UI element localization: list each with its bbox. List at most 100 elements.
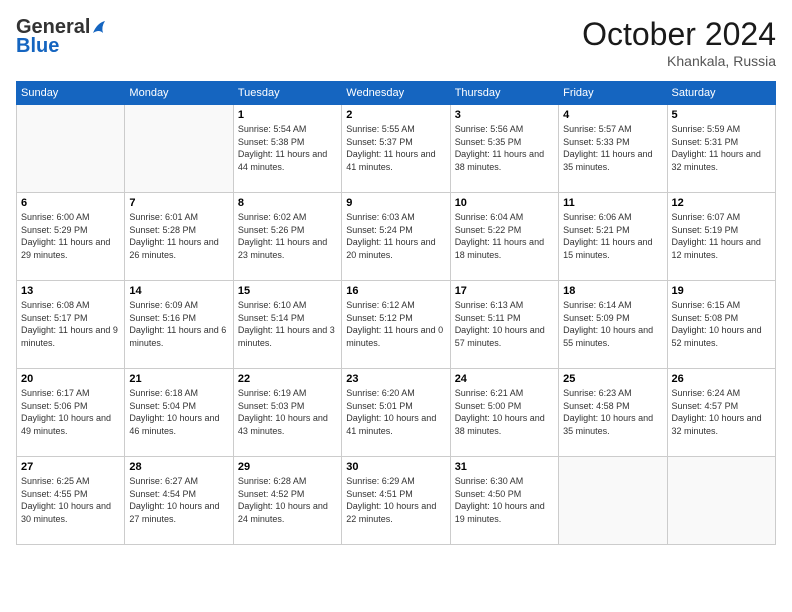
day-number: 26 [672,373,771,385]
day-info: Sunrise: 6:28 AM Sunset: 4:52 PM Dayligh… [238,475,337,525]
calendar-week-row: 1 Sunrise: 5:54 AM Sunset: 5:38 PM Daylig… [17,105,776,193]
day-info: Sunrise: 6:15 AM Sunset: 5:08 PM Dayligh… [672,299,771,349]
day-number: 18 [563,285,662,297]
day-info: Sunrise: 6:29 AM Sunset: 4:51 PM Dayligh… [346,475,445,525]
calendar-day-cell: 17 Sunrise: 6:13 AM Sunset: 5:11 PM Dayli… [450,281,558,369]
calendar-day-cell: 25 Sunrise: 6:23 AM Sunset: 4:58 PM Dayli… [559,369,667,457]
calendar-day-cell: 11 Sunrise: 6:06 AM Sunset: 5:21 PM Dayli… [559,193,667,281]
day-info: Sunrise: 6:10 AM Sunset: 5:14 PM Dayligh… [238,299,337,349]
day-number: 2 [346,109,445,121]
calendar-day-cell: 20 Sunrise: 6:17 AM Sunset: 5:06 PM Dayli… [17,369,125,457]
day-info: Sunrise: 6:13 AM Sunset: 5:11 PM Dayligh… [455,299,554,349]
calendar-table: SundayMondayTuesdayWednesdayThursdayFrid… [16,81,776,545]
day-number: 25 [563,373,662,385]
day-info: Sunrise: 5:54 AM Sunset: 5:38 PM Dayligh… [238,123,337,173]
weekday-header: Thursday [450,82,558,105]
calendar-day-cell: 13Sunrise: 6:08 AM Sunset: 5:17 PM Dayli… [17,281,125,369]
calendar-week-row: 27 Sunrise: 6:25 AM Sunset: 4:55 PM Dayli… [17,457,776,545]
day-info: Sunrise: 6:25 AM Sunset: 4:55 PM Dayligh… [21,475,120,525]
location: Khankala, Russia [582,53,776,69]
day-info: Sunrise: 6:02 AM Sunset: 5:26 PM Dayligh… [238,211,337,261]
day-info: Sunrise: 5:57 AM Sunset: 5:33 PM Dayligh… [563,123,662,173]
calendar-day-cell: 12Sunrise: 6:07 AM Sunset: 5:19 PM Dayli… [667,193,775,281]
day-number: 13 [21,285,120,297]
day-number: 16 [346,285,445,297]
day-info: Sunrise: 6:17 AM Sunset: 5:06 PM Dayligh… [21,387,120,437]
day-info: Sunrise: 6:19 AM Sunset: 5:03 PM Dayligh… [238,387,337,437]
calendar-day-cell: 21 Sunrise: 6:18 AM Sunset: 5:04 PM Dayli… [125,369,233,457]
day-number: 9 [346,197,445,209]
day-number: 12 [672,197,771,209]
calendar-day-cell: 29 Sunrise: 6:28 AM Sunset: 4:52 PM Dayli… [233,457,341,545]
logo: General Blue [16,16,109,58]
weekday-header-row: SundayMondayTuesdayWednesdayThursdayFrid… [17,82,776,105]
day-number: 1 [238,109,337,121]
weekday-header: Wednesday [342,82,450,105]
calendar-day-cell: 1 Sunrise: 5:54 AM Sunset: 5:38 PM Daylig… [233,105,341,193]
calendar-day-cell: 8 Sunrise: 6:02 AM Sunset: 5:26 PM Daylig… [233,193,341,281]
day-number: 21 [129,373,228,385]
calendar-day-cell: 18 Sunrise: 6:14 AM Sunset: 5:09 PM Dayli… [559,281,667,369]
calendar-day-cell: 22Sunrise: 6:19 AM Sunset: 5:03 PM Dayli… [233,369,341,457]
calendar-day-cell: 23Sunrise: 6:20 AM Sunset: 5:01 PM Dayli… [342,369,450,457]
weekday-header: Saturday [667,82,775,105]
day-number: 20 [21,373,120,385]
calendar-week-row: 13Sunrise: 6:08 AM Sunset: 5:17 PM Dayli… [17,281,776,369]
calendar-day-cell: 26 Sunrise: 6:24 AM Sunset: 4:57 PM Dayli… [667,369,775,457]
weekday-header: Friday [559,82,667,105]
day-number: 31 [455,461,554,473]
calendar-day-cell: 14 Sunrise: 6:09 AM Sunset: 5:16 PM Dayli… [125,281,233,369]
weekday-header: Monday [125,82,233,105]
day-number: 29 [238,461,337,473]
calendar-day-cell: 6Sunrise: 6:00 AM Sunset: 5:29 PM Daylig… [17,193,125,281]
calendar-day-cell: 31 Sunrise: 6:30 AM Sunset: 4:50 PM Dayli… [450,457,558,545]
day-number: 30 [346,461,445,473]
day-info: Sunrise: 6:00 AM Sunset: 5:29 PM Dayligh… [21,211,120,261]
day-info: Sunrise: 5:59 AM Sunset: 5:31 PM Dayligh… [672,123,771,173]
day-number: 15 [238,285,337,297]
day-number: 24 [455,373,554,385]
day-number: 11 [563,197,662,209]
day-info: Sunrise: 6:24 AM Sunset: 4:57 PM Dayligh… [672,387,771,437]
calendar-day-cell: 30 Sunrise: 6:29 AM Sunset: 4:51 PM Dayli… [342,457,450,545]
day-info: Sunrise: 6:30 AM Sunset: 4:50 PM Dayligh… [455,475,554,525]
calendar-day-cell: 28 Sunrise: 6:27 AM Sunset: 4:54 PM Dayli… [125,457,233,545]
calendar-day-cell [667,457,775,545]
day-number: 28 [129,461,228,473]
month-title: October 2024 [582,16,776,53]
calendar-day-cell: 3 Sunrise: 5:56 AM Sunset: 5:35 PM Daylig… [450,105,558,193]
day-number: 27 [21,461,120,473]
weekday-header: Tuesday [233,82,341,105]
day-number: 17 [455,285,554,297]
day-number: 10 [455,197,554,209]
day-info: Sunrise: 5:56 AM Sunset: 5:35 PM Dayligh… [455,123,554,173]
day-info: Sunrise: 6:23 AM Sunset: 4:58 PM Dayligh… [563,387,662,437]
day-info: Sunrise: 6:14 AM Sunset: 5:09 PM Dayligh… [563,299,662,349]
page-header: General Blue October 2024 Khankala, Russ… [16,16,776,69]
calendar-day-cell: 2 Sunrise: 5:55 AM Sunset: 5:37 PM Daylig… [342,105,450,193]
calendar-day-cell: 4Sunrise: 5:57 AM Sunset: 5:33 PM Daylig… [559,105,667,193]
day-info: Sunrise: 5:55 AM Sunset: 5:37 PM Dayligh… [346,123,445,173]
calendar-day-cell [125,105,233,193]
title-block: October 2024 Khankala, Russia [582,16,776,69]
calendar-day-cell: 27 Sunrise: 6:25 AM Sunset: 4:55 PM Dayli… [17,457,125,545]
day-info: Sunrise: 6:01 AM Sunset: 5:28 PM Dayligh… [129,211,228,261]
weekday-header: Sunday [17,82,125,105]
day-info: Sunrise: 6:09 AM Sunset: 5:16 PM Dayligh… [129,299,228,349]
logo-blue-text: Blue [16,35,59,58]
day-number: 7 [129,197,228,209]
calendar-day-cell [559,457,667,545]
calendar-day-cell: 24Sunrise: 6:21 AM Sunset: 5:00 PM Dayli… [450,369,558,457]
day-info: Sunrise: 6:04 AM Sunset: 5:22 PM Dayligh… [455,211,554,261]
day-info: Sunrise: 6:27 AM Sunset: 4:54 PM Dayligh… [129,475,228,525]
day-info: Sunrise: 6:18 AM Sunset: 5:04 PM Dayligh… [129,387,228,437]
day-info: Sunrise: 6:06 AM Sunset: 5:21 PM Dayligh… [563,211,662,261]
calendar-week-row: 20 Sunrise: 6:17 AM Sunset: 5:06 PM Dayli… [17,369,776,457]
calendar-day-cell: 15 Sunrise: 6:10 AM Sunset: 5:14 PM Dayli… [233,281,341,369]
day-number: 14 [129,285,228,297]
day-number: 3 [455,109,554,121]
day-info: Sunrise: 6:20 AM Sunset: 5:01 PM Dayligh… [346,387,445,437]
calendar-day-cell: 9Sunrise: 6:03 AM Sunset: 5:24 PM Daylig… [342,193,450,281]
day-number: 8 [238,197,337,209]
day-number: 5 [672,109,771,121]
